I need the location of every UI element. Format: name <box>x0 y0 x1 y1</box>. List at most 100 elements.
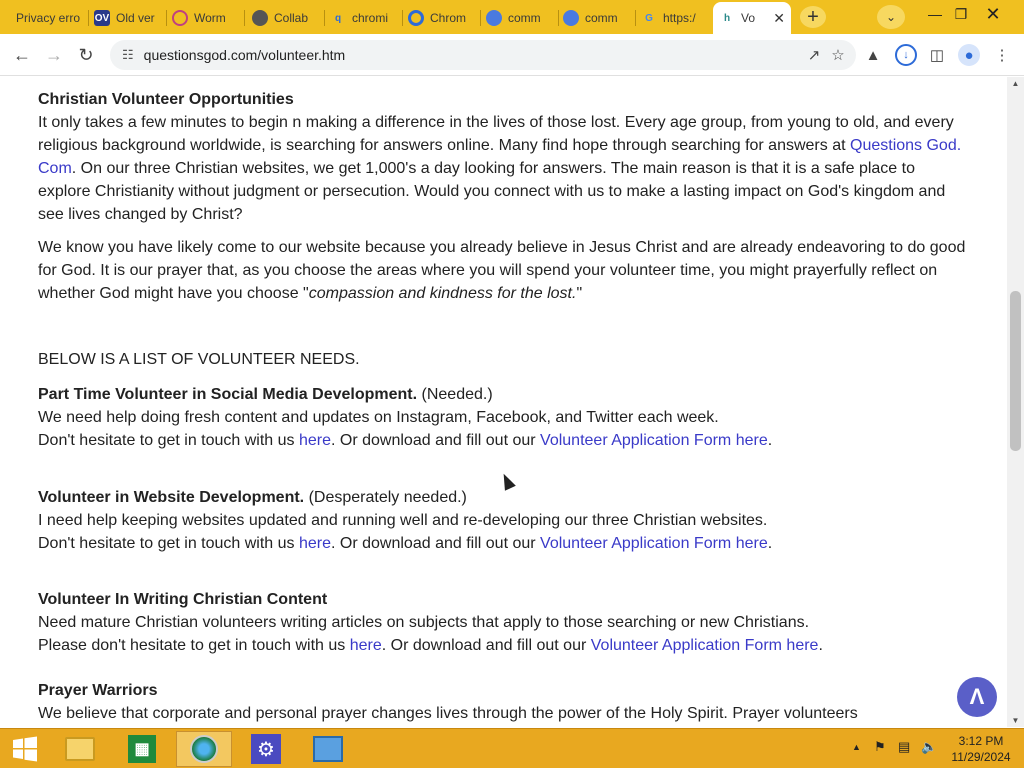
need-contact-line: Please don't hesitate to get in touch wi… <box>38 637 823 654</box>
need-status: (Needed.) <box>417 386 493 403</box>
need-title: Part Time Volunteer in Social Media Deve… <box>38 386 418 403</box>
scrollbar-thumb[interactable] <box>1010 291 1021 451</box>
google-icon: G <box>645 12 653 24</box>
intro-heading: Christian Volunteer Opportunities <box>38 91 294 108</box>
browser-toolbar: ← → ↻ ☷ questionsgod.com/volunteer.htm ↗… <box>0 34 1024 76</box>
need-contact-line: Don't hesitate to get in touch with us h… <box>38 535 773 552</box>
tab-title: comm <box>508 11 541 25</box>
browser-tab[interactable]: comm <box>557 4 633 32</box>
site-info-icon[interactable]: ☷ <box>122 47 134 63</box>
menu-kebab-icon[interactable]: ⋮ <box>991 44 1013 66</box>
need-description: I need help keeping websites updated and… <box>38 512 768 529</box>
taskbar-browser[interactable] <box>176 731 232 767</box>
search-icon: q <box>334 12 342 24</box>
forward-button[interactable]: → <box>41 42 67 68</box>
prayer-warriors-heading: Prayer Warriors <box>38 682 158 699</box>
page-scrollbar[interactable]: ▲ ▼ <box>1007 77 1024 727</box>
download-icon[interactable]: ↓ <box>895 44 917 66</box>
need-title: Volunteer in Website Development. <box>38 489 305 506</box>
need-description: We need help doing fresh content and upd… <box>38 409 719 426</box>
control-panel-icon <box>313 736 343 762</box>
browser-tab[interactable]: comm <box>480 4 556 32</box>
clock-time: 3:12 PM <box>958 734 1004 748</box>
taskbar-clock[interactable]: 3:12 PM 11/29/2024 <box>946 733 1016 765</box>
ov-icon: OV <box>94 10 110 26</box>
address-bar[interactable]: ☷ questionsgod.com/volunteer.htm <box>110 40 856 70</box>
chromium-icon <box>563 10 579 26</box>
volume-muted-icon[interactable]: 🔈 <box>921 739 937 755</box>
browser-tab[interactable]: Worm <box>166 4 242 32</box>
contact-here-link[interactable]: here <box>350 637 382 654</box>
tab-separator <box>244 10 245 26</box>
taskbar-file-explorer[interactable] <box>52 731 108 767</box>
tab-title: Collab <box>274 11 309 25</box>
close-window-button[interactable]: ✕ <box>978 4 1008 24</box>
browser-tab[interactable]: h Vo ✕ <box>713 2 791 34</box>
share-icon[interactable]: ↗ <box>803 44 825 66</box>
tab-title: chromi <box>352 11 389 25</box>
need-item: Part Time Volunteer in Social Media Deve… <box>38 383 772 452</box>
browser-tab[interactable]: OV Old ver <box>88 4 164 32</box>
start-button[interactable] <box>0 731 50 767</box>
bookmark-star-icon[interactable]: ☆ <box>827 44 849 66</box>
scroll-to-top-button[interactable]: Λ <box>957 677 997 717</box>
scroll-up-arrow-icon[interactable]: ▲ <box>1007 77 1024 89</box>
prayer-warriors-text: We believe that corporate and personal p… <box>38 705 858 722</box>
tab-title: Old ver <box>116 11 155 25</box>
tab-title: Vo <box>741 11 756 25</box>
need-status: (Desperately needed.) <box>304 489 467 506</box>
restore-button[interactable]: ❐ <box>946 4 976 24</box>
intro-paragraph-2: We know you have likely come to our webs… <box>38 239 966 302</box>
network-icon[interactable]: ▤ <box>898 739 910 755</box>
volunteer-form-link[interactable]: Volunteer Application Form here <box>540 432 768 449</box>
reload-button[interactable]: ↻ <box>73 42 99 68</box>
taskbar-control-panel[interactable] <box>300 731 356 767</box>
contact-here-link[interactable]: here <box>299 535 331 552</box>
browser-tab[interactable]: Privacy erro <box>10 4 86 32</box>
clock-date: 11/29/2024 <box>951 750 1011 764</box>
back-button[interactable]: ← <box>9 42 35 68</box>
browser-tab[interactable]: q chromi <box>324 4 400 32</box>
action-center-flag-icon[interactable]: ⚑ <box>874 739 886 755</box>
contact-here-link[interactable]: here <box>299 432 331 449</box>
profile-avatar-icon[interactable]: ● <box>958 44 980 66</box>
need-description: Need mature Christian volunteers writing… <box>38 614 810 631</box>
intro-paragraph-1: It only takes a few minutes to begin n m… <box>38 114 962 223</box>
windows-logo-icon <box>13 736 37 762</box>
windows-taskbar: ▦ ⚙ ▲ ⚑ ▤ 🔈 3:12 PM 11/29/2024 <box>0 728 1024 768</box>
gear-icon: ⚙ <box>251 734 281 764</box>
need-contact-line: Don't hesitate to get in touch with us h… <box>38 432 773 449</box>
need-title: Volunteer In Writing Christian Content <box>38 591 328 608</box>
page-viewport: Christian Volunteer Opportunities It onl… <box>0 77 1007 727</box>
tab-search-button[interactable]: ⌄ <box>877 5 905 29</box>
volunteer-form-link[interactable]: Volunteer Application Form here <box>591 637 819 654</box>
globe-icon <box>252 10 268 26</box>
volunteer-form-link[interactable]: Volunteer Application Form here <box>540 535 768 552</box>
need-item: Volunteer in Website Development. (Despe… <box>38 486 772 555</box>
chromium-icon <box>486 10 502 26</box>
needs-list-heading: BELOW IS A LIST OF VOLUNTEER NEEDS. <box>38 351 360 368</box>
chrome-icon <box>408 10 424 26</box>
questionsgod-icon: h <box>723 12 731 24</box>
tray-overflow-chevron-icon[interactable]: ▲ <box>852 742 861 752</box>
close-tab-icon[interactable]: ✕ <box>773 10 785 27</box>
tab-title: Worm <box>194 11 226 25</box>
tab-title: Privacy erro <box>16 11 80 25</box>
tab-title: comm <box>585 11 618 25</box>
browser-tab[interactable]: Collab <box>246 4 322 32</box>
new-tab-button[interactable]: + <box>800 6 826 28</box>
tab-title: https:/ <box>663 11 696 25</box>
browser-tab[interactable]: Chrom <box>402 4 478 32</box>
browser-tab[interactable]: Ghttps:/ <box>635 4 711 32</box>
wormhole-icon <box>172 10 188 26</box>
taskbar-settings[interactable]: ⚙ <box>238 731 294 767</box>
folder-icon <box>65 737 95 761</box>
store-bag-icon: ▦ <box>128 735 156 763</box>
taskbar-store[interactable]: ▦ <box>114 731 170 767</box>
labs-flask-icon[interactable]: ▲ <box>862 44 884 66</box>
tab-strip: Privacy erro OV Old ver Worm Collab q chromi Ch… <box>0 0 1024 34</box>
need-item: Volunteer In Writing Christian Content N… <box>38 588 823 657</box>
side-panel-icon[interactable]: ◫ <box>926 44 948 66</box>
scroll-down-arrow-icon[interactable]: ▼ <box>1007 714 1024 726</box>
url-text: questionsgod.com/volunteer.htm <box>143 47 346 63</box>
